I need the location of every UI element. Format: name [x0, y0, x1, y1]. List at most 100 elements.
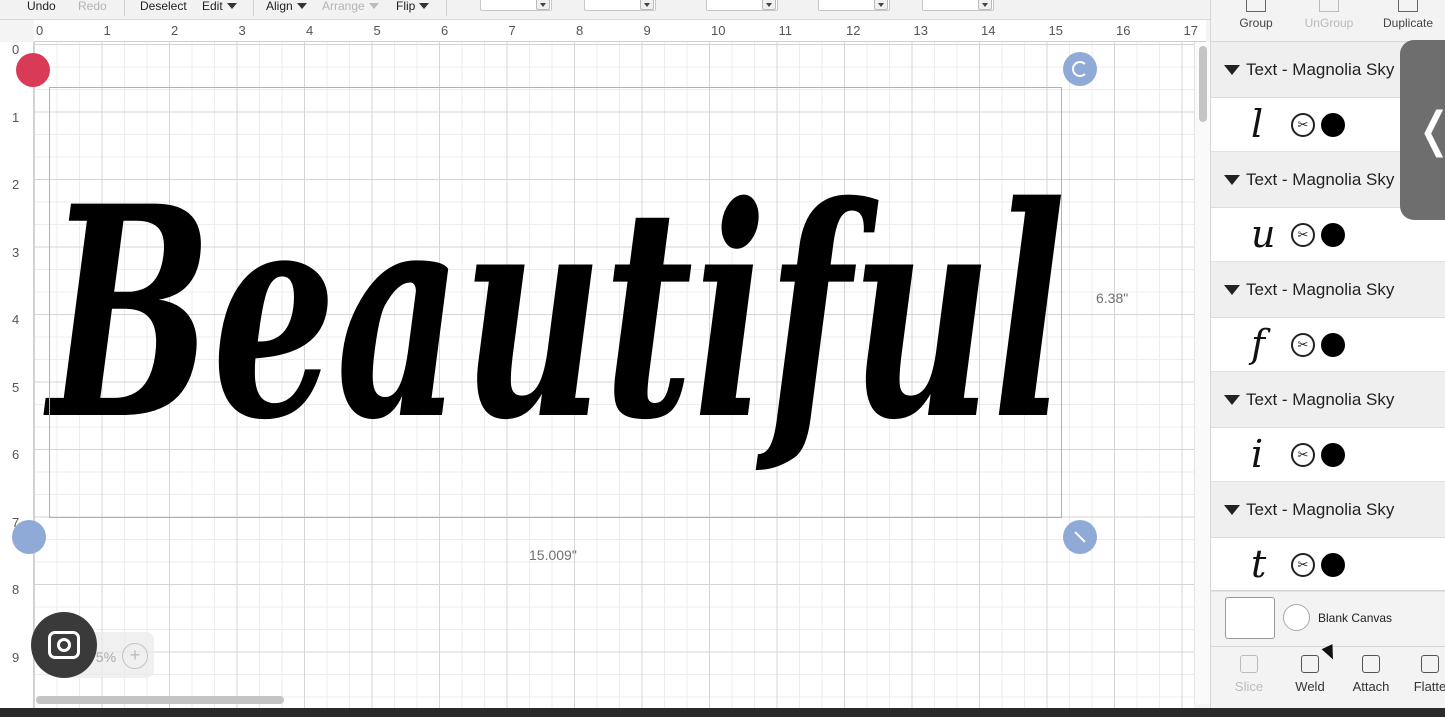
width-input[interactable] — [480, 0, 552, 11]
layer-item[interactable]: t ✂ — [1211, 538, 1445, 592]
arrange-menu[interactable]: Arrange — [322, 0, 379, 12]
stepper-icon[interactable] — [874, 0, 888, 10]
align-menu[interactable]: Align — [266, 0, 307, 12]
ruler-label: 3 — [12, 244, 20, 260]
flip-menu[interactable]: Flip — [396, 0, 430, 13]
panel-toolbar: Group UnGroup Duplicate — [1211, 0, 1445, 42]
ruler-top: 0 1 2 3 4 5 6 7 8 9 10 11 12 13 14 15 16 17 — [34, 20, 1206, 42]
chevron-down-icon — [226, 3, 237, 9]
edit-label: Edit — [202, 0, 223, 13]
layer-name: Text - Magnolia Sky — [1246, 60, 1395, 79]
layer-header[interactable]: Text - Magnolia Sky — [1211, 372, 1445, 428]
ruler-label: 4 — [12, 312, 20, 327]
ruler-label: 3 — [238, 23, 246, 38]
attach-button[interactable]: Attach — [1346, 655, 1396, 694]
chevron-down-icon — [419, 3, 430, 9]
slice-button[interactable]: Slice — [1224, 655, 1274, 694]
blank-canvas-layer[interactable]: Blank Canvas — [1211, 590, 1445, 646]
delete-handle-icon[interactable] — [16, 53, 50, 87]
layer-item[interactable]: f ✂ — [1211, 318, 1445, 372]
color-swatch[interactable] — [1321, 553, 1345, 577]
x-position-input[interactable] — [818, 0, 890, 11]
cut-icon[interactable]: ✂ — [1291, 443, 1315, 467]
flatten-button[interactable]: Flatte — [1405, 655, 1445, 694]
layer-thumbnail: u — [1251, 212, 1276, 256]
ungroup-button[interactable]: UnGroup — [1299, 0, 1359, 30]
stepper-icon[interactable] — [640, 0, 654, 10]
layer-name: Text - Magnolia Sky — [1246, 170, 1395, 189]
selection-box[interactable] — [49, 87, 1062, 518]
color-swatch[interactable] — [1321, 443, 1345, 467]
cut-icon[interactable]: ✂ — [1291, 333, 1315, 357]
rotate-handle-icon[interactable] — [1063, 52, 1097, 86]
lens-search-button[interactable] — [31, 612, 97, 678]
top-toolbar: Undo Redo Deselect Edit Align Arrange Fl… — [0, 0, 1210, 20]
resize-handle-icon[interactable] — [1063, 520, 1097, 554]
deselect-button[interactable]: Deselect — [140, 0, 187, 12]
toolbar-divider — [124, 0, 125, 16]
scrollbar-thumb[interactable] — [36, 696, 284, 704]
stepper-icon[interactable] — [978, 0, 992, 10]
duplicate-icon — [1398, 0, 1418, 12]
ruler-label: 5 — [373, 23, 381, 38]
expand-triangle-icon[interactable] — [1224, 285, 1240, 295]
cut-icon[interactable]: ✂ — [1291, 113, 1315, 137]
group-icon — [1246, 0, 1266, 12]
ruler-label: 9 — [643, 23, 651, 38]
ungroup-icon — [1319, 0, 1339, 12]
rotate-input[interactable] — [706, 0, 778, 11]
layer-name: Text - Magnolia Sky — [1246, 280, 1395, 299]
height-input[interactable] — [584, 0, 656, 11]
expand-triangle-icon[interactable] — [1224, 175, 1240, 185]
lock-handle-icon[interactable] — [12, 520, 46, 554]
color-swatch[interactable] — [1321, 223, 1345, 247]
group-label: Group — [1239, 16, 1273, 30]
color-swatch[interactable] — [1321, 333, 1345, 357]
layer-thumbnail: t — [1251, 542, 1267, 586]
cut-icon[interactable]: ✂ — [1291, 553, 1315, 577]
weld-label: Weld — [1295, 679, 1325, 694]
expand-triangle-icon[interactable] — [1224, 65, 1240, 75]
stepper-icon[interactable] — [762, 0, 776, 10]
color-swatch[interactable] — [1321, 113, 1345, 137]
layer-header[interactable]: Text - Magnolia Sky — [1211, 482, 1445, 538]
canvas-color-swatch[interactable] — [1283, 604, 1310, 631]
expand-triangle-icon[interactable] — [1224, 395, 1240, 405]
vertical-scrollbar[interactable] — [1194, 42, 1210, 704]
stepper-icon[interactable] — [536, 0, 550, 10]
ruler-label: 1 — [12, 109, 20, 125]
cut-icon[interactable]: ✂ — [1291, 223, 1315, 247]
ruler-label: 8 — [12, 582, 20, 597]
layer-thumbnail: i — [1251, 432, 1264, 476]
paperclip-icon — [1362, 655, 1380, 673]
horizontal-scrollbar[interactable] — [34, 692, 1194, 708]
flip-label: Flip — [396, 0, 416, 13]
width-dimension-label: 15.009" — [529, 547, 577, 563]
undo-button[interactable]: Undo — [27, 0, 56, 12]
ruler-label: 5 — [12, 379, 20, 395]
arrange-label: Arrange — [322, 0, 365, 13]
y-position-input[interactable] — [922, 0, 994, 11]
expand-triangle-icon[interactable] — [1224, 505, 1240, 515]
edit-menu[interactable]: Edit — [202, 0, 237, 12]
layer-item[interactable]: i ✂ — [1211, 428, 1445, 482]
ruler-label: 4 — [306, 23, 314, 38]
layer-thumbnail: f — [1251, 322, 1266, 366]
group-button[interactable]: Group — [1231, 0, 1281, 30]
attach-label: Attach — [1352, 679, 1390, 694]
ruler-label: 6 — [12, 447, 20, 462]
ruler-label: 7 — [508, 23, 516, 38]
blank-canvas-label: Blank Canvas — [1318, 611, 1393, 625]
redo-button[interactable]: Redo — [78, 0, 107, 12]
ruler-label: 11 — [778, 23, 793, 38]
layer-header[interactable]: Text - Magnolia Sky — [1211, 262, 1445, 318]
ruler-label: 14 — [981, 23, 996, 38]
ruler-label: 1 — [103, 23, 111, 38]
ruler-label: 2 — [12, 177, 20, 192]
duplicate-button[interactable]: Duplicate — [1377, 0, 1439, 30]
panel-collapse-tab[interactable]: ❬ — [1400, 40, 1445, 220]
zoom-in-button[interactable]: + — [122, 643, 148, 669]
chevron-left-icon: ❬ — [1414, 102, 1445, 158]
scrollbar-thumb[interactable] — [1199, 46, 1207, 122]
height-dimension-label: 6.38" — [1096, 290, 1129, 306]
